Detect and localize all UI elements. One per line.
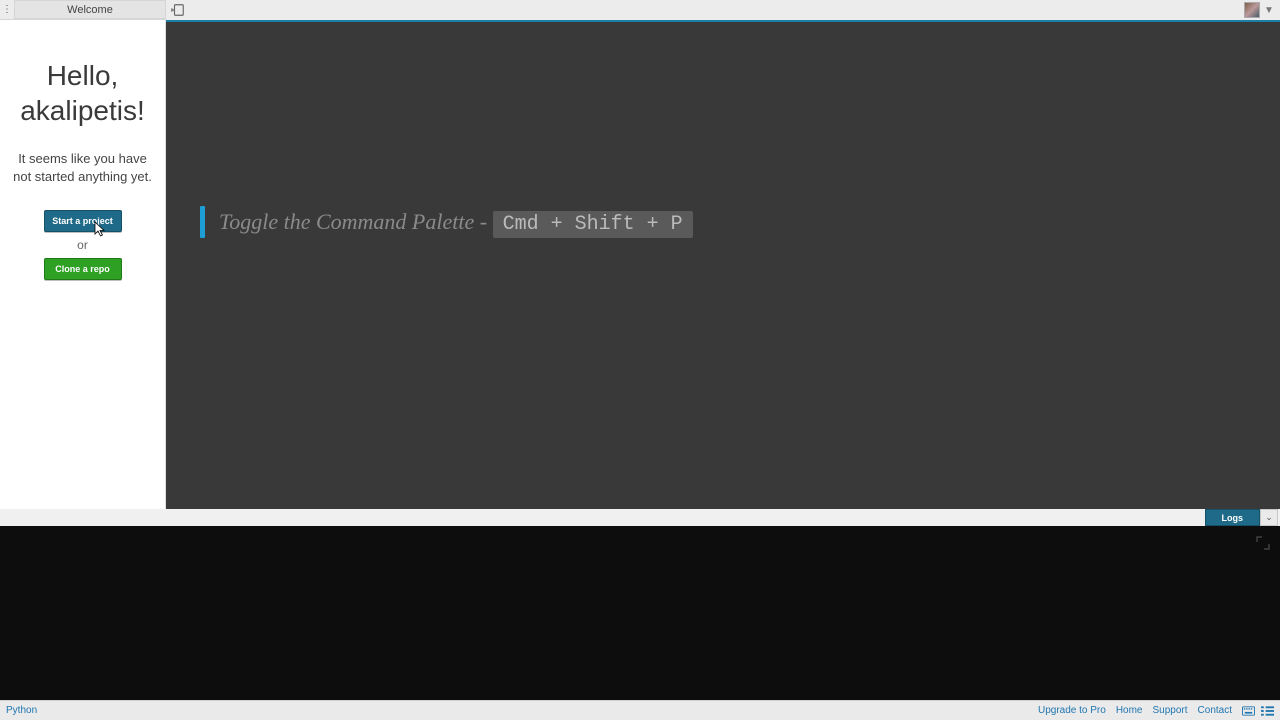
greeting-subtext: It seems like you have not started anyth… (10, 150, 155, 186)
editor[interactable]: Toggle the Command Palette - Cmd + Shift… (166, 22, 1280, 509)
logs-tabstrip: Logs ⌄ (0, 509, 1280, 526)
link-upgrade[interactable]: Upgrade to Pro (1038, 705, 1106, 716)
editor-area: Toggle the Command Palette - Cmd + Shift… (166, 20, 1280, 509)
tab-label: Welcome (67, 4, 113, 16)
tip-accent-bar (200, 206, 205, 238)
account-menu-caret-icon[interactable]: ▼ (1262, 2, 1276, 18)
sidebar: Hello, akalipetis! It seems like you hav… (0, 20, 166, 509)
status-right: Upgrade to Pro Home Support Contact (1038, 705, 1274, 716)
tip-phrase: Toggle the Command Palette (219, 209, 474, 234)
sidebar-menu-icon[interactable]: ⋮ (0, 8, 14, 11)
editor-tabstrip (166, 0, 1280, 20)
link-support[interactable]: Support (1153, 705, 1188, 716)
or-label: or (10, 238, 155, 252)
greeting: Hello, akalipetis! (10, 58, 155, 128)
status-language[interactable]: Python (6, 705, 37, 716)
expand-console-icon[interactable] (1256, 536, 1270, 550)
sidebar-tabstrip: ⋮ Welcome (0, 0, 166, 20)
start-project-button[interactable]: Start a project (44, 210, 122, 232)
keyboard-icon[interactable] (1242, 706, 1255, 716)
clone-repo-button[interactable]: Clone a repo (44, 258, 122, 280)
console[interactable] (0, 526, 1280, 700)
list-icon[interactable] (1261, 706, 1274, 716)
command-palette-tip: Toggle the Command Palette - Cmd + Shift… (200, 206, 693, 238)
avatar[interactable] (1244, 2, 1260, 18)
top-bar: ⋮ Welcome ▼ (0, 0, 1280, 20)
status-bar: Python Upgrade to Pro Home Support Conta… (0, 700, 1280, 720)
tip-sep: - (474, 209, 492, 234)
link-contact[interactable]: Contact (1198, 705, 1232, 716)
tab-logs[interactable]: Logs (1205, 509, 1261, 526)
tab-label: Logs (1222, 513, 1244, 523)
link-home[interactable]: Home (1116, 705, 1143, 716)
logs-collapse-caret-icon[interactable]: ⌄ (1260, 509, 1278, 526)
dock-panel-icon[interactable] (166, 3, 190, 17)
tip-text: Toggle the Command Palette - Cmd + Shift… (219, 209, 693, 236)
tip-shortcut: Cmd + Shift + P (493, 211, 693, 238)
tab-welcome[interactable]: Welcome (14, 0, 166, 19)
